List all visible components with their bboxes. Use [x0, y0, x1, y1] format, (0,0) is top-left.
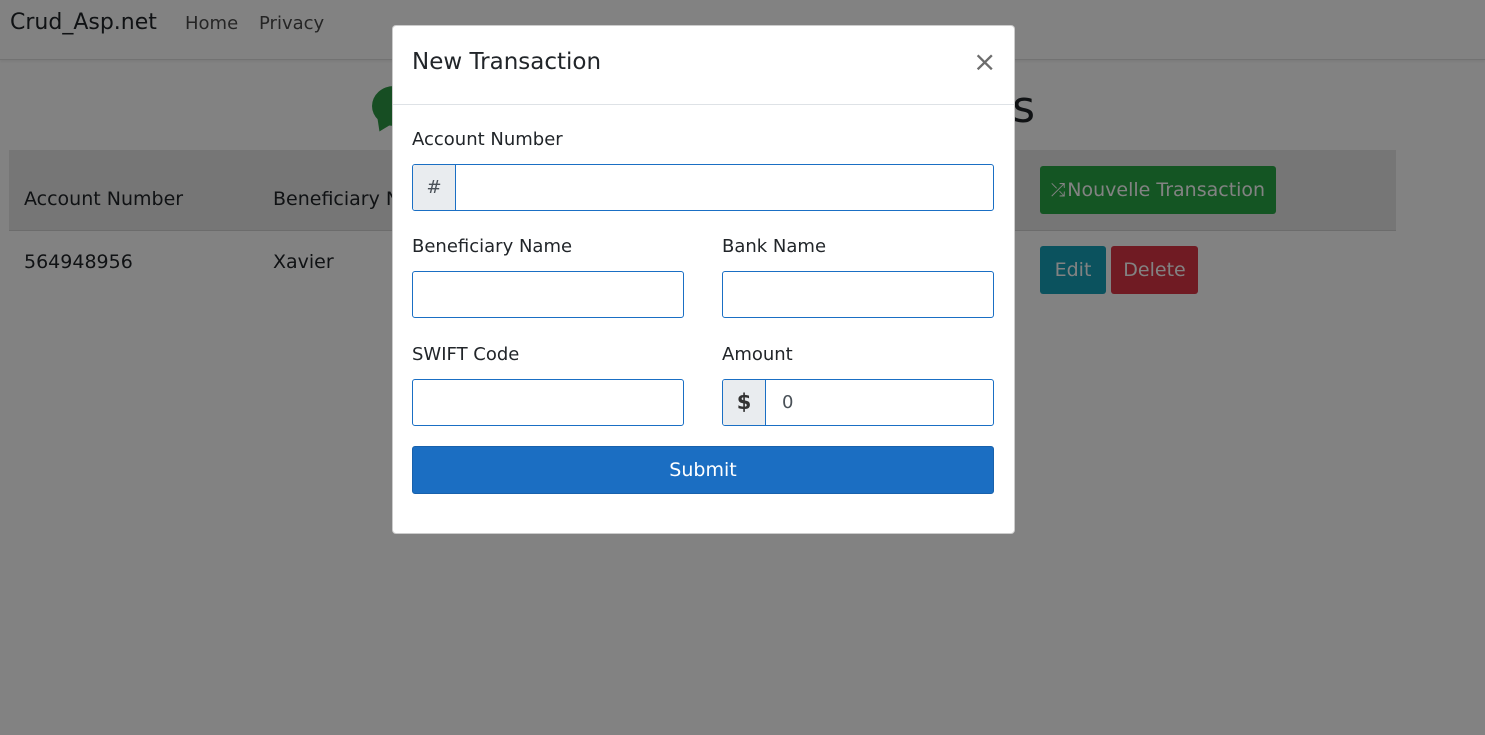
submit-button[interactable]: Submit: [412, 446, 994, 494]
bank-name-label: Bank Name: [722, 236, 827, 257]
swift-code-input[interactable]: [413, 380, 683, 425]
close-icon[interactable]: ×: [973, 46, 996, 78]
beneficiary-name-label: Beneficiary Name: [412, 236, 573, 257]
beneficiary-name-group: [412, 271, 684, 318]
bank-name-input[interactable]: [723, 272, 993, 317]
account-number-group: #: [412, 164, 994, 211]
swift-code-label: SWIFT Code: [412, 344, 520, 365]
modal-title: New Transaction: [412, 49, 602, 75]
swift-code-group: [412, 379, 684, 426]
bank-name-group: [722, 271, 994, 318]
modal-header: New Transaction ×: [393, 26, 1014, 105]
amount-group: $: [722, 379, 994, 426]
account-number-input[interactable]: [456, 165, 993, 210]
beneficiary-name-input[interactable]: [413, 272, 683, 317]
amount-input[interactable]: [766, 380, 993, 425]
amount-label: Amount: [722, 344, 793, 365]
dollar-icon: $: [723, 380, 766, 425]
hash-icon: #: [413, 165, 456, 210]
account-number-label: Account Number: [412, 129, 563, 150]
new-transaction-modal: New Transaction × Account Number # Benef…: [392, 25, 1015, 534]
